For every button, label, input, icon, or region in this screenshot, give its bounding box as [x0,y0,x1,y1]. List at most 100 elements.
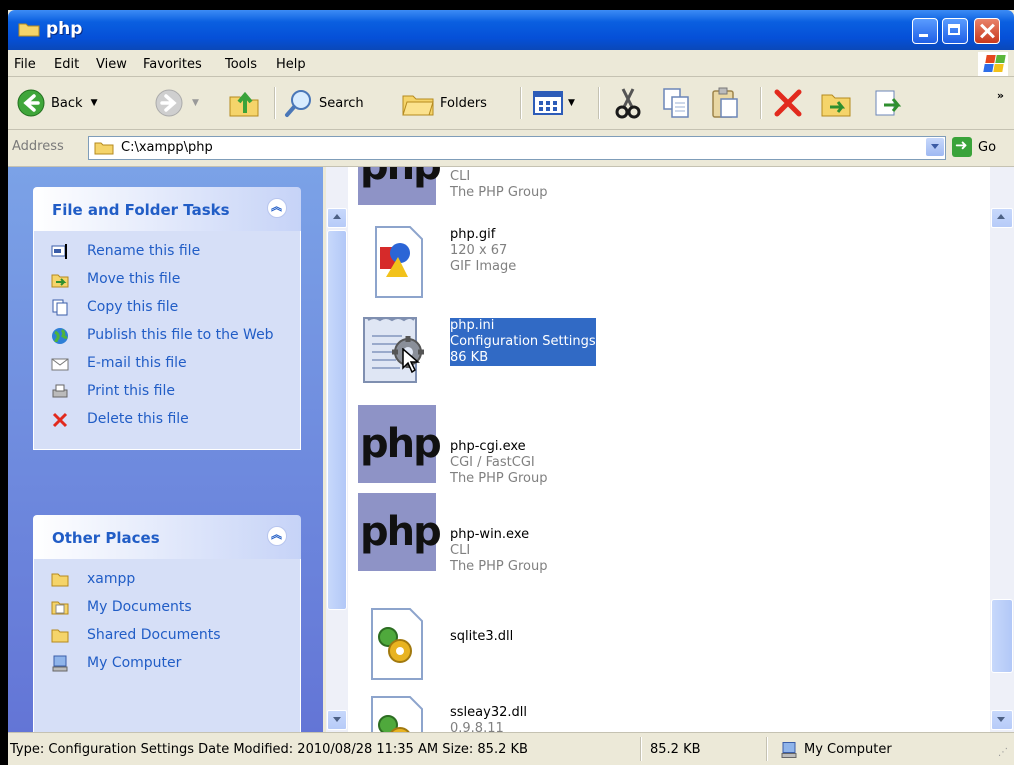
back-label: Back [51,95,83,111]
file-folder-tasks-header[interactable]: File and Folder Tasks [33,187,301,231]
globe-icon [52,328,68,344]
php-logo-icon: php [358,405,442,483]
toolbar-separator [760,87,762,119]
file-detail: 120 x 67 [450,243,508,258]
place-my-documents-link[interactable]: My Documents [34,599,300,616]
folder-icon [51,573,69,587]
toolbar-overflow-chevron-icon[interactable]: » [997,89,1004,102]
toolbar-separator [520,87,522,119]
scroll-down-button[interactable] [327,710,347,730]
file-detail: CGI / FastCGI [450,455,535,470]
delete-x-icon [52,412,68,428]
views-button[interactable]: ▼ [532,83,575,123]
dropdown-arrow-icon: ▼ [192,98,199,108]
copy-icon [663,88,689,118]
scroll-thumb[interactable] [327,230,347,610]
scroll-thumb[interactable] [991,599,1013,673]
move-file-link[interactable]: Move this file [34,271,300,288]
search-label: Search [319,95,364,111]
file-list-scrollbar[interactable] [990,167,1014,732]
cut-button[interactable] [613,83,643,123]
toolbar-separator [274,87,276,119]
close-button[interactable] [974,18,1000,44]
forward-button[interactable]: ▼ [154,83,199,123]
move-to-icon [821,94,851,117]
place-xampp-link[interactable]: xampp [34,571,300,588]
address-input[interactable]: C:\xampp\php [88,136,946,160]
search-button[interactable]: Search [284,83,364,123]
rename-icon [51,244,67,259]
paste-icon [712,87,738,118]
delete-file-link[interactable]: Delete this file [34,411,300,428]
title-bar[interactable]: php [8,10,1014,50]
menu-help[interactable]: Help [276,57,306,72]
place-my-computer-link[interactable]: My Computer [34,655,300,672]
publish-web-link[interactable]: Publish this file to the Web [34,327,300,344]
scroll-down-button[interactable] [991,710,1013,730]
task-pane-scrollbar[interactable] [326,167,348,732]
up-folder-button[interactable] [228,83,260,123]
collapse-chevron-icon[interactable] [267,526,287,546]
menu-view[interactable]: View [96,57,127,72]
delete-x-icon [774,89,802,117]
copy-to-icon [875,90,902,116]
file-detail: 0.9.8.11 [450,721,504,732]
shared-folder-icon [51,629,69,643]
task-label: Rename this file [87,243,201,259]
status-info: Type: Configuration Settings Date Modifi… [10,742,528,757]
print-file-link[interactable]: Print this file [34,383,300,400]
task-label: Print this file [87,383,175,399]
copy-to-button[interactable] [872,83,904,123]
folder-icon [94,142,114,155]
file-name: php.ini [450,318,495,333]
go-arrow-icon [952,136,972,157]
minimize-button[interactable] [912,18,938,44]
delete-button[interactable] [772,83,804,123]
email-icon [51,358,69,371]
mouse-pointer-icon [402,348,420,374]
file-detail: 86 KB [450,350,489,365]
place-label: My Documents [87,599,192,615]
dropdown-arrow-icon: ▼ [90,98,98,108]
back-arrow-icon [17,89,45,117]
folders-button[interactable]: Folders [401,83,487,123]
file-detail: The PHP Group [450,559,548,574]
dll-icon [371,696,423,732]
panel-title: File and Folder Tasks [52,201,230,219]
copy-button[interactable] [661,83,691,123]
place-shared-documents-link[interactable]: Shared Documents [34,627,300,644]
place-label: xampp [87,571,136,587]
menu-file[interactable]: File [14,57,36,72]
task-label: Delete this file [87,411,189,427]
resize-grip-icon[interactable]: ⋰ [998,747,1008,758]
menu-favorites[interactable]: Favorites [143,57,202,72]
address-label: Address [12,139,64,154]
address-dropdown-button[interactable] [926,138,944,156]
task-label: Copy this file [87,299,179,315]
menu-edit[interactable]: Edit [54,57,79,72]
menu-tools[interactable]: Tools [225,57,257,72]
scroll-up-button[interactable] [327,208,347,228]
status-separator [640,737,642,761]
place-label: Shared Documents [87,627,221,643]
my-computer-icon [52,655,68,672]
copy-file-link[interactable]: Copy this file [34,299,300,316]
toolbar: Back ▼ ▼ Search Folders ▼ » [8,77,1014,130]
dropdown-arrow-icon: ▼ [568,98,575,108]
move-to-button[interactable] [820,83,852,123]
file-name: php-win.exe [450,527,530,542]
rename-file-link[interactable]: Rename this file [34,243,300,260]
back-button[interactable]: Back ▼ [16,83,97,123]
address-path: C:\xampp\php [121,140,213,155]
task-label: Publish this file to the Web [87,327,274,343]
scroll-up-button[interactable] [991,208,1013,228]
collapse-chevron-icon[interactable] [267,198,287,218]
email-file-link[interactable]: E-mail this file [34,355,300,372]
other-places-header[interactable]: Other Places [33,515,301,559]
maximize-button[interactable] [942,18,968,44]
file-name: php-cgi.exe [450,439,526,454]
paste-button[interactable] [710,83,740,123]
address-bar: Address C:\xampp\php Go [8,130,1014,167]
go-button[interactable]: Go [952,136,996,157]
task-label: E-mail this file [87,355,187,371]
